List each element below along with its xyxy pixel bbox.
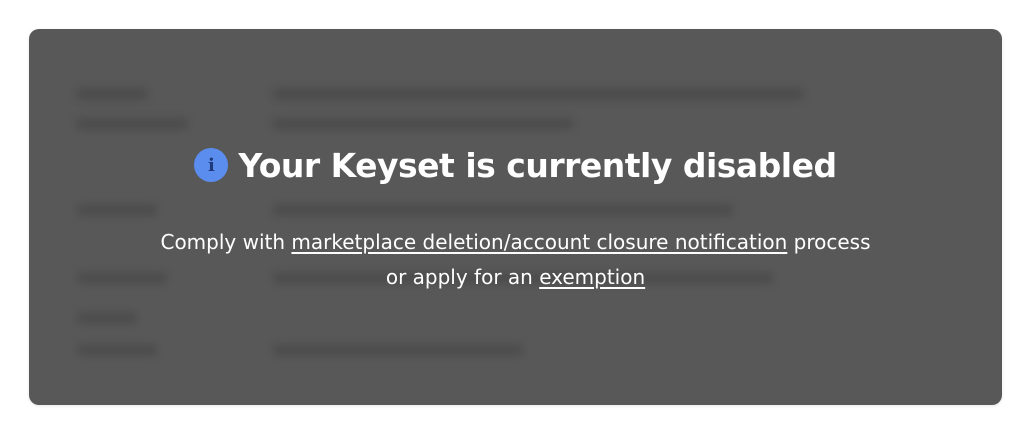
banner-title: Your Keyset is currently disabled: [238, 145, 837, 185]
message-line2-prefix: or apply for an: [385, 264, 540, 289]
message-line1-prefix: Comply with: [160, 229, 292, 254]
marketplace-deletion-link[interactable]: marketplace deletion/account closure not…: [291, 230, 787, 254]
exemption-link[interactable]: exemption: [539, 265, 645, 289]
disabled-overlay: i Your Keyset is currently disabled Comp…: [29, 29, 1002, 405]
banner-heading: i Your Keyset is currently disabled: [194, 145, 837, 185]
message-line1-suffix: process: [787, 229, 871, 254]
banner-message: Comply with marketplace deletion/account…: [160, 225, 870, 295]
page: i Your Keyset is currently disabled Comp…: [0, 0, 1024, 425]
disabled-keyset-card: i Your Keyset is currently disabled Comp…: [29, 29, 1002, 405]
info-icon: i: [194, 148, 229, 182]
